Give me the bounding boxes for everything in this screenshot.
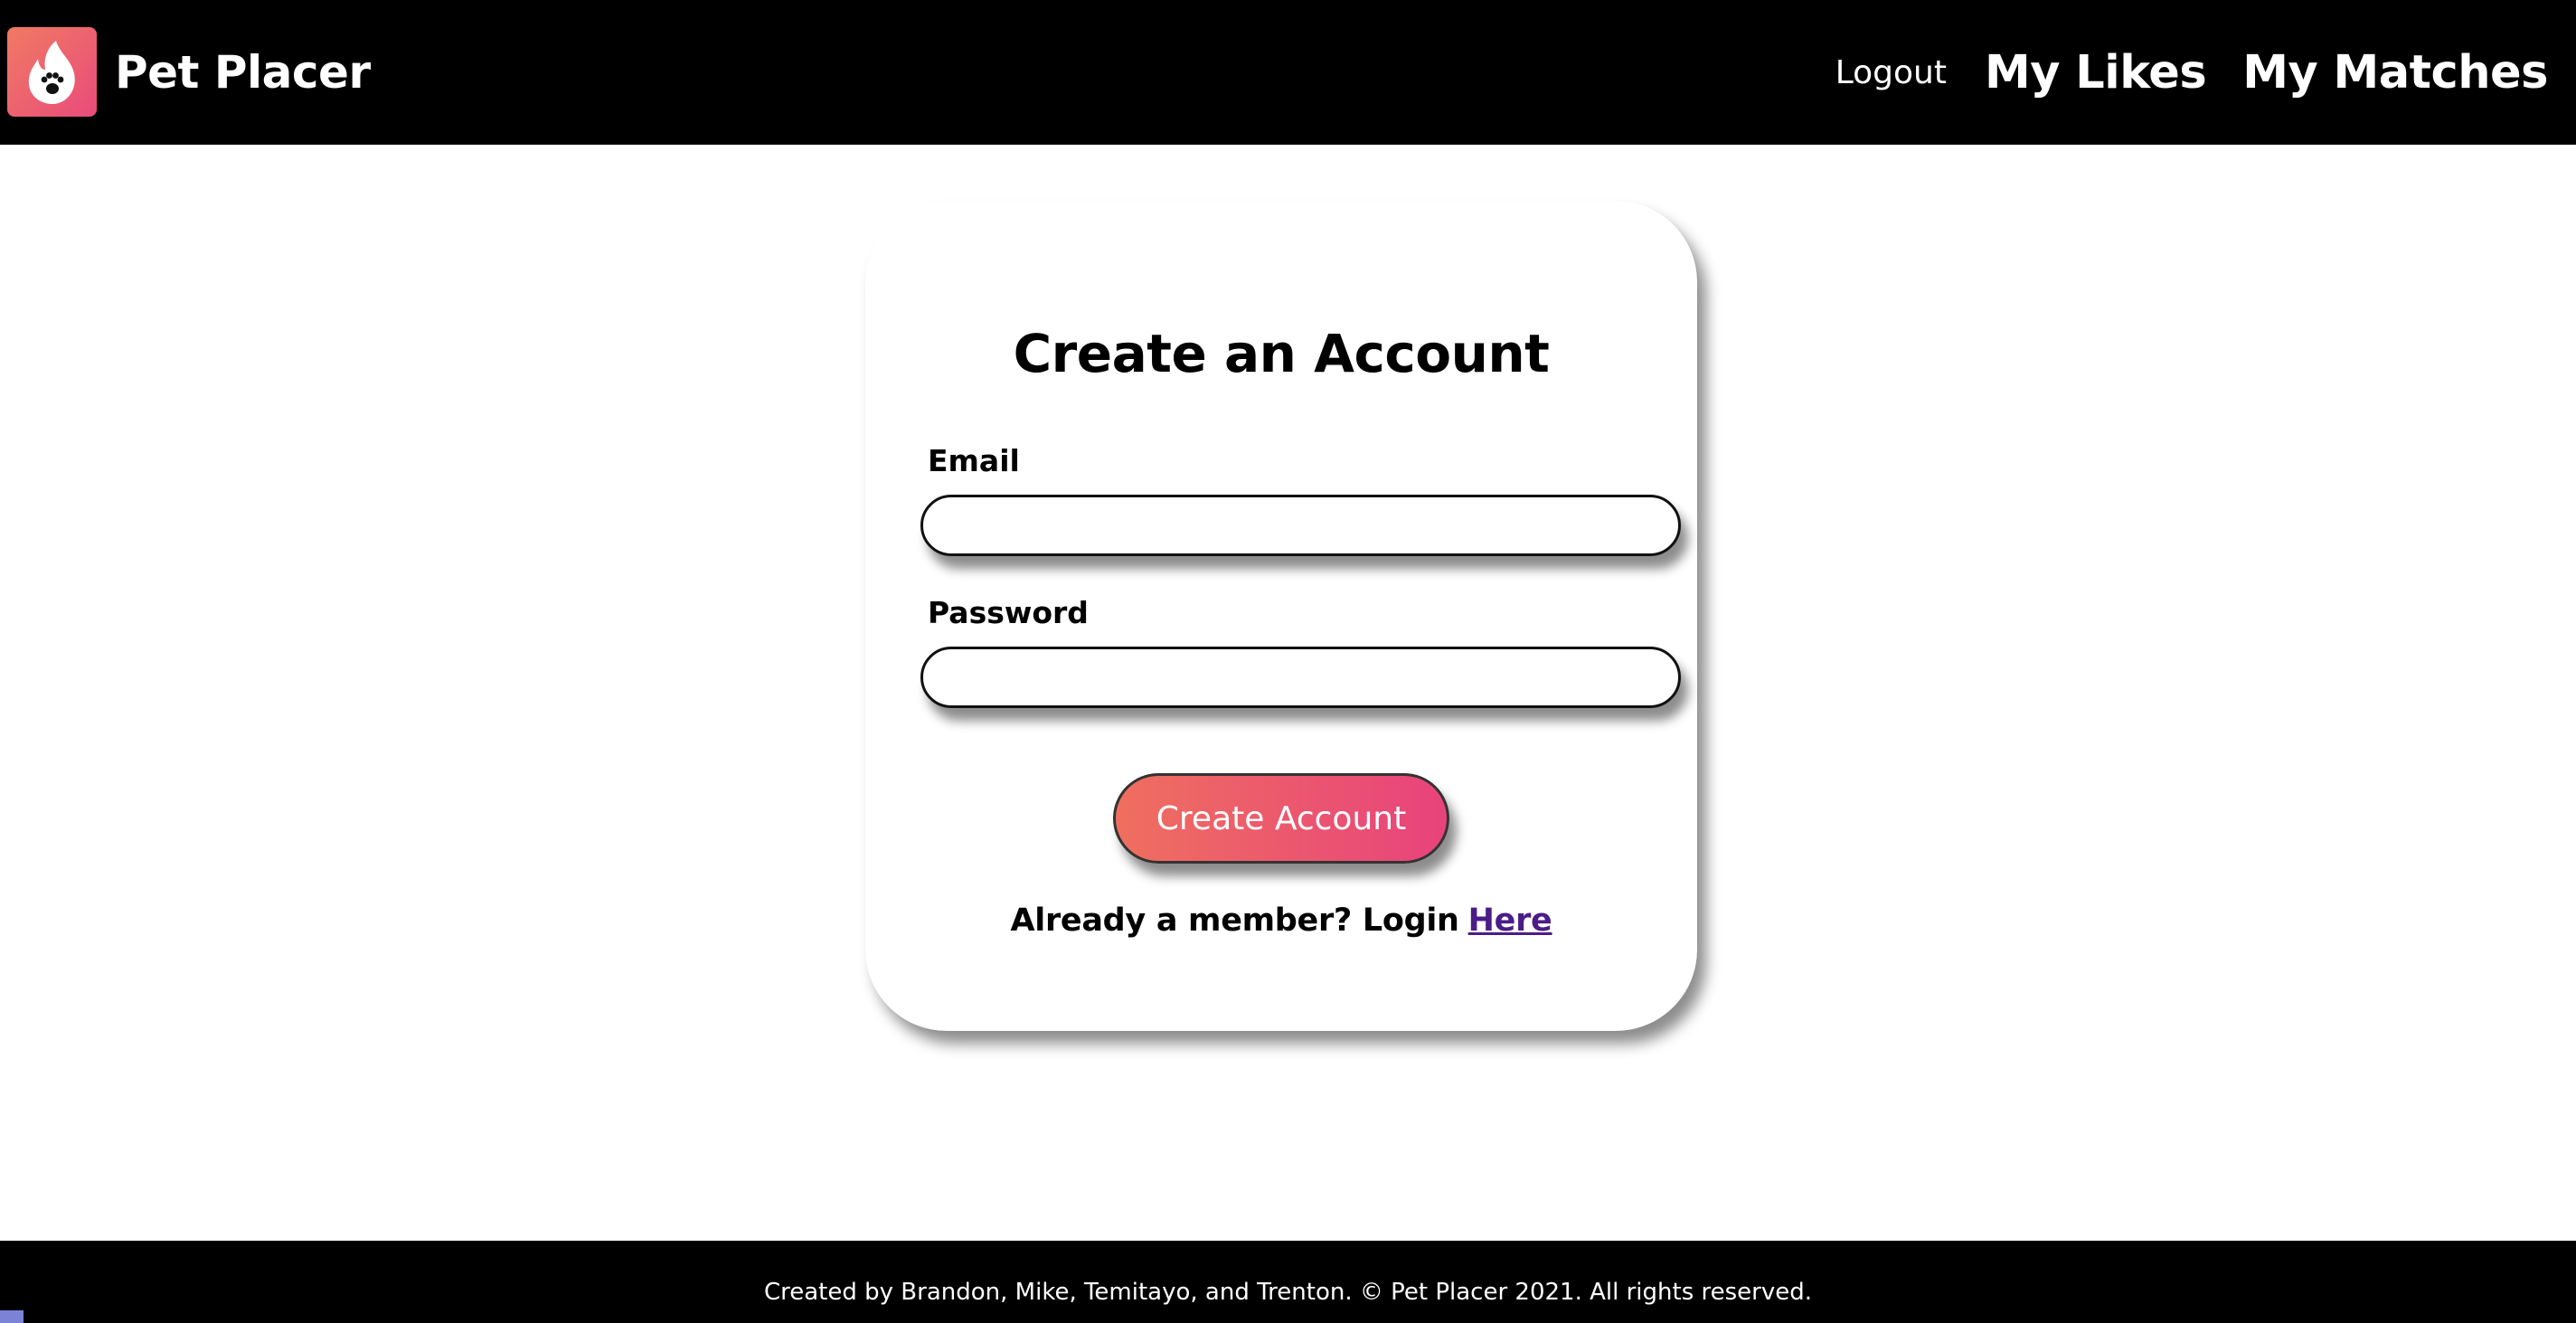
login-prompt-text: Already a member? Login <box>1010 902 1459 939</box>
flame-paw-icon <box>7 27 97 117</box>
create-account-button[interactable]: Create Account <box>1113 773 1449 864</box>
email-field[interactable] <box>920 495 1681 556</box>
top-navbar: Pet Placer Logout My Likes My Matches <box>0 0 2576 145</box>
password-label: Password <box>928 595 1089 630</box>
my-likes-link[interactable]: My Likes <box>1985 46 2207 99</box>
footer: Created by Brandon, Mike, Temitayo, and … <box>0 1241 2576 1323</box>
login-here-link[interactable]: Here <box>1468 902 1552 939</box>
brand-name: Pet Placer <box>115 45 371 99</box>
login-prompt: Already a member? Login Here <box>865 902 1697 939</box>
footer-credits: Created by Brandon, Mike, Temitayo, and … <box>763 1279 1813 1306</box>
email-label: Email <box>928 443 1020 478</box>
corner-widget <box>0 1310 24 1323</box>
page-title: Create an Account <box>1013 323 1550 384</box>
main-nav: Logout My Likes My Matches <box>1835 0 2549 145</box>
brand-home-link[interactable]: Pet Placer <box>7 27 371 117</box>
password-field[interactable] <box>920 647 1681 708</box>
logout-link[interactable]: Logout <box>1835 54 1947 91</box>
signup-card: Create an Account Email Password Create … <box>865 201 1697 1031</box>
my-matches-link[interactable]: My Matches <box>2242 46 2548 99</box>
page: Pet Placer Logout My Likes My Matches Cr… <box>0 0 2576 1323</box>
